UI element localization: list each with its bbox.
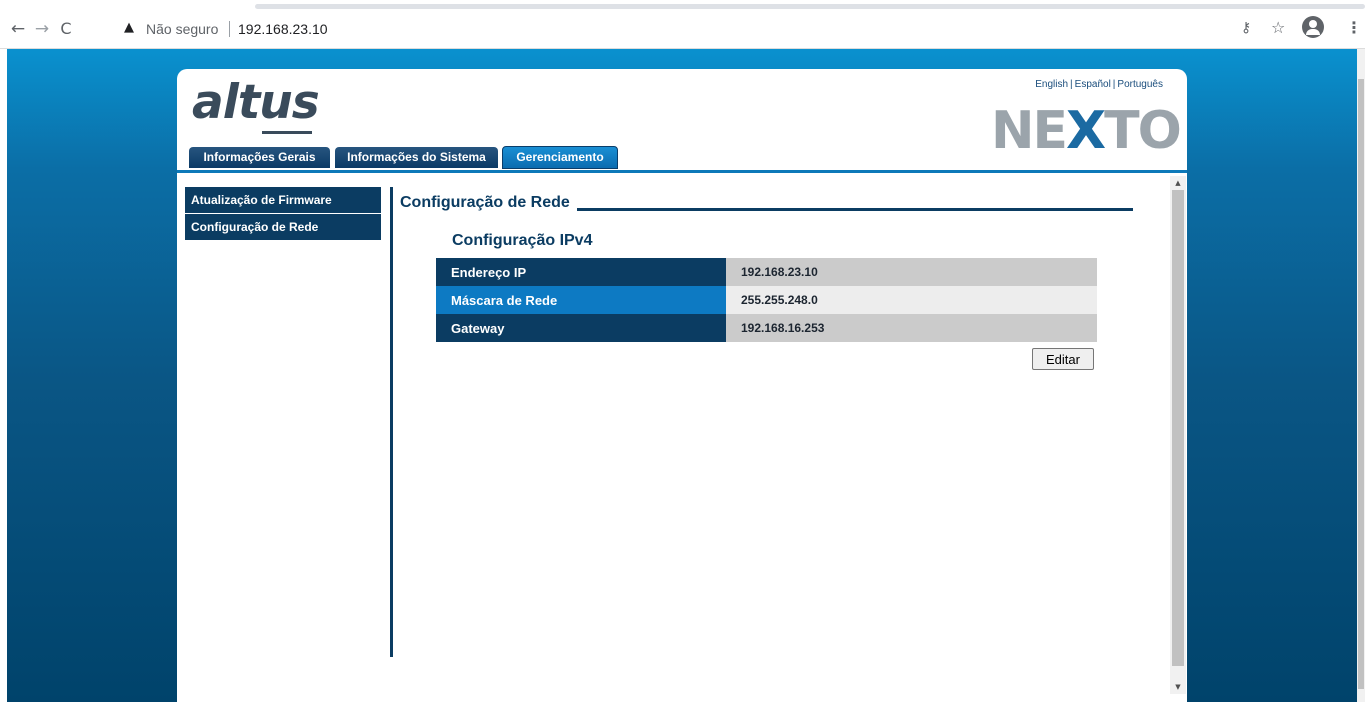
main-tabs: Informações Gerais Informações do Sistem… xyxy=(189,146,1179,169)
edit-button[interactable]: Editar xyxy=(1032,348,1094,370)
reload-button[interactable]: C xyxy=(56,19,76,39)
row-value-gateway: 192.168.16.253 xyxy=(726,314,1097,342)
ipv4-subtitle: Configuração IPv4 xyxy=(452,232,593,249)
altus-logo-underline xyxy=(262,131,312,134)
content-scrollbar[interactable]: ▲ ▼ xyxy=(1170,176,1186,694)
table-row: Endereço IP 192.168.23.10 xyxy=(436,258,1097,286)
profile-icon[interactable] xyxy=(1302,16,1324,38)
sidebar: Atualização de Firmware Configuração de … xyxy=(185,187,381,241)
content-scrollbar-thumb[interactable] xyxy=(1172,190,1184,666)
tab-informacoes-sistema[interactable]: Informações do Sistema xyxy=(335,147,498,168)
star-icon[interactable]: ☆ xyxy=(1271,18,1285,37)
section-title-rule xyxy=(577,208,1133,211)
lang-english[interactable]: English xyxy=(1035,79,1068,90)
lang-portugues[interactable]: Português xyxy=(1117,79,1163,90)
back-button[interactable]: ← xyxy=(8,19,28,39)
tab-strip xyxy=(255,4,1365,9)
security-label[interactable]: Não seguro xyxy=(146,21,218,37)
row-label-ip: Endereço IP xyxy=(436,258,726,286)
menu-icon[interactable]: ⋮ xyxy=(1346,18,1362,37)
lang-separator: | xyxy=(1070,79,1073,90)
content-divider xyxy=(390,187,393,657)
address-separator xyxy=(229,21,230,37)
tab-gerenciamento[interactable]: Gerenciamento xyxy=(502,146,618,169)
forward-button[interactable]: → xyxy=(32,19,52,39)
table-row: Máscara de Rede 255.255.248.0 xyxy=(436,286,1097,314)
section-title: Configuração de Rede xyxy=(400,194,570,211)
sidebar-item-firmware[interactable]: Atualização de Firmware xyxy=(185,187,381,213)
page-scrollbar-thumb[interactable] xyxy=(1358,79,1364,689)
row-label-gateway: Gateway xyxy=(436,314,726,342)
main-panel: altus English | Español | Português NEXTO In… xyxy=(177,69,1187,702)
key-icon[interactable]: ⚷ xyxy=(1241,20,1251,36)
scroll-down-icon[interactable]: ▼ xyxy=(1170,680,1186,694)
lang-espanol[interactable]: Español xyxy=(1075,79,1111,90)
ipv4-table: Endereço IP 192.168.23.10 Máscara de Red… xyxy=(436,258,1097,342)
row-value-mask: 255.255.248.0 xyxy=(726,286,1097,314)
row-label-mask: Máscara de Rede xyxy=(436,286,726,314)
url-text[interactable]: 192.168.23.10 xyxy=(238,21,328,37)
tab-informacoes-gerais[interactable]: Informações Gerais xyxy=(189,147,330,168)
warning-icon[interactable]: ▲ xyxy=(124,20,134,35)
address-bar[interactable]: ▲ Não seguro 192.168.23.10 xyxy=(112,16,1222,42)
language-links: English | Español | Português xyxy=(1035,79,1163,90)
row-value-ip: 192.168.23.10 xyxy=(726,258,1097,286)
browser-toolbar: ← → C ▲ Não seguro 192.168.23.10 ⚷ ☆ ⋮ xyxy=(0,0,1365,49)
sidebar-item-network-config[interactable]: Configuração de Rede xyxy=(185,214,381,240)
tabs-baseline xyxy=(177,170,1187,173)
table-row: Gateway 192.168.16.253 xyxy=(436,314,1097,342)
page-scrollbar[interactable] xyxy=(1357,49,1365,702)
scroll-up-icon[interactable]: ▲ xyxy=(1170,176,1186,190)
altus-logo: altus xyxy=(192,75,320,130)
lang-separator: | xyxy=(1112,79,1116,90)
